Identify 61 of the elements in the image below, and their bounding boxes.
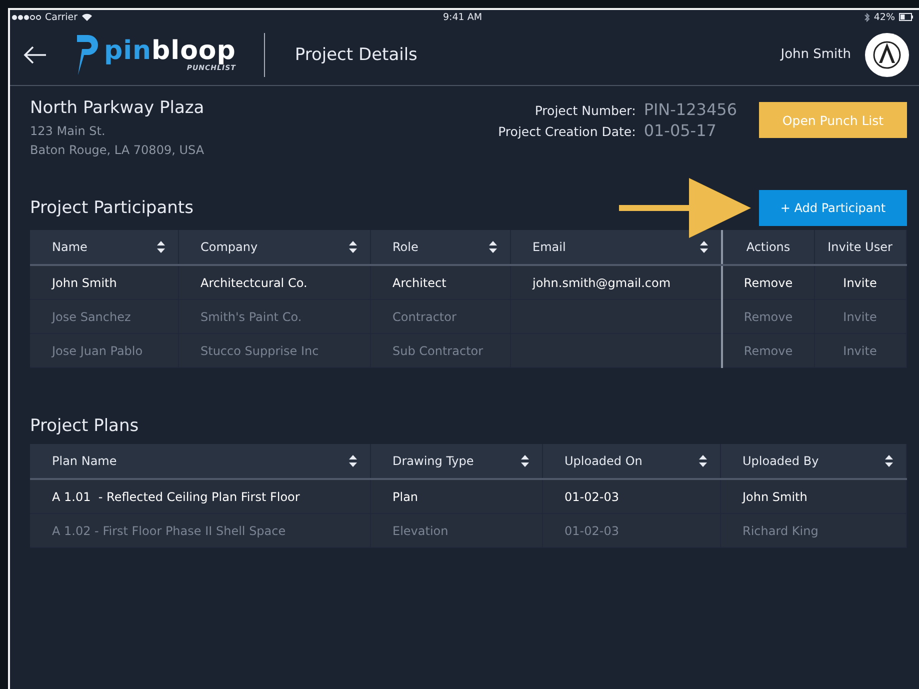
column-header: Invite User bbox=[814, 230, 906, 265]
column-header[interactable]: Uploaded By bbox=[720, 444, 906, 479]
logo-wordmark: pinbloop bbox=[104, 38, 236, 64]
table-cell: 01-02-03 bbox=[564, 490, 619, 504]
column-header[interactable]: Role bbox=[370, 230, 510, 265]
project-name: North Parkway Plaza bbox=[30, 98, 204, 118]
sort-icon[interactable] bbox=[348, 454, 358, 468]
column-header[interactable]: Plan Name bbox=[30, 444, 370, 479]
table-cell: Richard King bbox=[742, 524, 818, 538]
table-cell: Jose Sanchez bbox=[52, 310, 131, 324]
column-header[interactable]: Company bbox=[178, 230, 370, 265]
table-cell: Jose Juan Pablo bbox=[52, 344, 143, 358]
field-label: Project Number: bbox=[534, 103, 636, 118]
back-arrow-icon[interactable] bbox=[22, 44, 48, 64]
column-header[interactable]: Uploaded On bbox=[542, 444, 720, 479]
invite-link[interactable]: Invite bbox=[843, 276, 877, 290]
avatar-icon[interactable] bbox=[865, 32, 909, 76]
sort-icon[interactable] bbox=[699, 240, 709, 254]
table-cell: Sub Contractor bbox=[392, 344, 484, 358]
sort-icon[interactable] bbox=[488, 240, 498, 254]
sort-icon[interactable] bbox=[156, 240, 166, 254]
wifi-icon bbox=[82, 13, 92, 21]
table-cell: John Smith bbox=[52, 276, 117, 290]
column-header: Actions bbox=[722, 230, 814, 265]
column-header[interactable]: Email bbox=[510, 230, 722, 265]
logo-mark-icon bbox=[74, 32, 98, 76]
invite-link[interactable]: Invite bbox=[843, 310, 877, 324]
table-cell: john.smith@gmail.com bbox=[532, 276, 671, 290]
table-cell: Elevation bbox=[392, 524, 448, 538]
table-cell: Plan bbox=[392, 490, 418, 504]
table-cell: Stucco Supprise Inc bbox=[200, 344, 319, 358]
invite-link[interactable]: Invite bbox=[843, 344, 877, 358]
table-cell: Contractor bbox=[392, 310, 456, 324]
sort-icon[interactable] bbox=[698, 454, 708, 468]
field-value: 01-05-17 bbox=[644, 121, 718, 140]
sort-icon[interactable] bbox=[884, 454, 894, 468]
signal-icon bbox=[12, 14, 41, 20]
field-value: PIN-123456 bbox=[644, 100, 737, 119]
address-line: Baton Rouge, LA 70809, USA bbox=[30, 142, 204, 159]
table-cell: A 1.02 - First Floor Phase II Shell Space bbox=[52, 524, 286, 538]
battery-icon bbox=[899, 13, 913, 21]
section-title: Project Participants bbox=[30, 198, 194, 218]
table-cell: A 1.01 - Reflected Ceiling Plan First Floor bbox=[52, 490, 300, 504]
user-name: John Smith bbox=[780, 47, 851, 62]
battery-percent: 42% bbox=[874, 12, 895, 22]
address-line: 123 Main St. bbox=[30, 123, 106, 140]
table-cell: Smith's Paint Co. bbox=[200, 310, 302, 324]
table-cell: Architect bbox=[392, 276, 446, 290]
column-header[interactable]: Drawing Type bbox=[370, 444, 542, 479]
table-cell: Architectcural Co. bbox=[200, 276, 308, 290]
table-cell: 01-02-03 bbox=[564, 524, 619, 538]
table-cell: John Smith bbox=[742, 490, 808, 504]
bluetooth-icon bbox=[864, 12, 870, 22]
status-time: 9:41 AM bbox=[442, 12, 482, 22]
field-label: Project Creation Date: bbox=[498, 124, 636, 139]
sort-icon[interactable] bbox=[348, 240, 358, 254]
sort-icon[interactable] bbox=[520, 454, 530, 468]
carrier-label: Carrier bbox=[45, 12, 78, 22]
column-header[interactable]: Name bbox=[30, 230, 178, 265]
page-title: Project Details bbox=[294, 44, 418, 64]
section-title: Project Plans bbox=[30, 416, 139, 436]
